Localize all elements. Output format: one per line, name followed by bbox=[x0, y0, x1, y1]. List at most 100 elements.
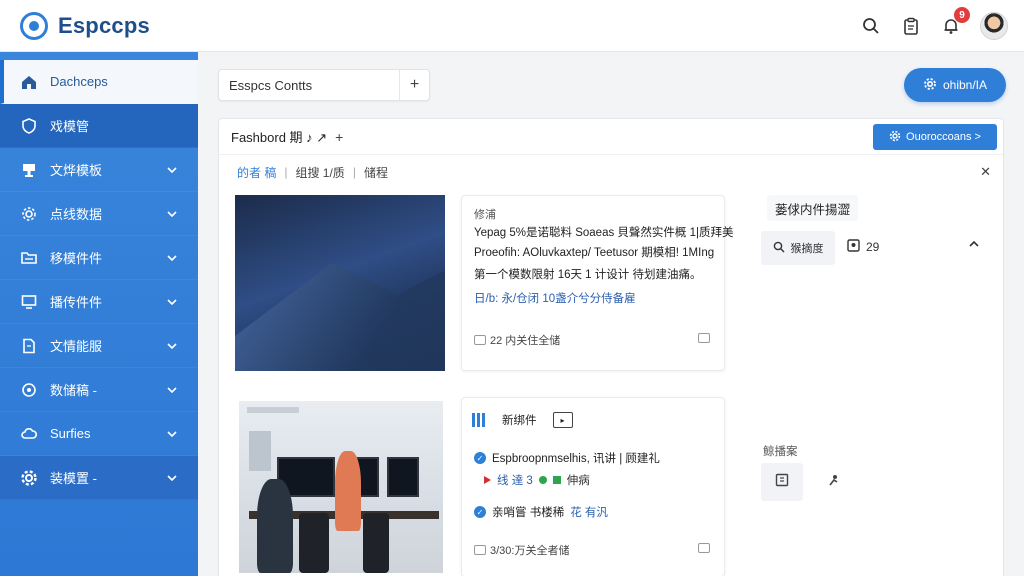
breadcrumb: 的者 稿 | 组搜 1/质 | 储程 ✕ bbox=[237, 164, 991, 181]
chevron-down-icon bbox=[164, 382, 180, 398]
content-card-2[interactable]: 新绑件 ▸ ✓ Espbroopnmselhis, 讯讲 | 顾建礼 线 達 3… bbox=[461, 397, 725, 576]
sidebar-item-2[interactable]: 文烨模板 bbox=[0, 148, 198, 192]
primary-action-button[interactable]: ohibn/IA bbox=[904, 68, 1006, 102]
panel-header: Fashbord 期 ♪ ↗ + Ouoroccoans > bbox=[219, 119, 1003, 155]
sidebar-item-label: 文烨模板 bbox=[50, 163, 103, 178]
breadcrumb-last[interactable]: 储程 bbox=[364, 164, 388, 181]
play-box-icon[interactable]: ▸ bbox=[552, 412, 573, 428]
check-icon: ✓ bbox=[474, 452, 486, 464]
sidebar-item-label: 点线数据 bbox=[50, 207, 103, 222]
item-count: 29 bbox=[847, 239, 879, 255]
sidebar-item-label: 数储稿 - bbox=[50, 383, 97, 398]
avatar[interactable] bbox=[980, 12, 1008, 40]
top-actions: 9 bbox=[860, 0, 1008, 52]
search-icon[interactable] bbox=[860, 15, 882, 37]
sidebar-item-dashboard[interactable]: Dachceps bbox=[0, 60, 198, 104]
sidebar-item-label: Surfies bbox=[50, 426, 91, 441]
calendar-icon bbox=[775, 473, 789, 492]
image-icon bbox=[847, 239, 860, 255]
status-dot-icon bbox=[538, 476, 547, 484]
sidebar-item-4[interactable]: 移模件件 bbox=[0, 236, 198, 280]
chevron-down-icon bbox=[164, 426, 180, 442]
search-icon bbox=[773, 241, 785, 256]
section-action-label: Ouoroccoans > bbox=[906, 131, 981, 143]
shield-icon bbox=[20, 117, 38, 135]
cloud-icon bbox=[20, 425, 38, 443]
card-line-4: 日/b: 永/仓闭 10盏介兮分侍备雇 bbox=[474, 293, 636, 305]
tab-contents[interactable]: Esspcs Contts + bbox=[218, 69, 430, 101]
chevron-down-icon bbox=[164, 294, 180, 310]
trophy-icon bbox=[20, 161, 38, 179]
panel-title: Fashbord 期 ♪ ↗ bbox=[231, 130, 328, 145]
sidebar-item-1[interactable]: 戏模管 bbox=[0, 104, 198, 148]
gear-icon bbox=[889, 130, 901, 145]
user-icon bbox=[827, 473, 841, 492]
sidebar-item-6[interactable]: 文情能服 bbox=[0, 324, 198, 368]
card-line-1: Yepag 5%是诺聪料 Soaeas 貝聲然实件概 1|质拜美 bbox=[474, 227, 734, 239]
right-column-title: 蒌俅内件揚澀 bbox=[767, 195, 859, 221]
comment-icon bbox=[474, 545, 486, 555]
brand[interactable]: Espccps bbox=[20, 11, 150, 40]
card-footer: 22 内关住全储 bbox=[474, 332, 560, 348]
sidebar-item-label: 播传件件 bbox=[50, 295, 103, 310]
breadcrumb-mid[interactable]: 组搜 1/质 bbox=[295, 164, 344, 181]
brand-name: Espccps bbox=[58, 12, 150, 38]
sidebar-item-label: 移模件件 bbox=[50, 251, 103, 266]
thumbnail-image-architecture[interactable] bbox=[235, 195, 445, 371]
monitor-icon bbox=[20, 293, 38, 311]
tab-label: Esspcs Contts bbox=[229, 77, 313, 93]
sidebar-item-9[interactable]: 装模置 - bbox=[0, 456, 198, 500]
document-icon bbox=[20, 337, 38, 355]
card-footer-text: 3/30:万关全者储 bbox=[490, 545, 570, 557]
breadcrumb-link[interactable]: 的者 稿 bbox=[237, 164, 276, 181]
add-tab-button[interactable]: + bbox=[399, 70, 429, 100]
card2-row-2[interactable]: 线 達 3 伸病 bbox=[474, 472, 590, 488]
card-footer: 3/30:万关全者储 bbox=[474, 542, 569, 558]
user-button[interactable] bbox=[813, 463, 855, 501]
chevron-down-icon bbox=[164, 338, 180, 354]
card2-row-3[interactable]: ✓ 亲哨嘗 书楼稀 花 有汎 bbox=[474, 504, 608, 520]
clipboard-icon[interactable] bbox=[900, 15, 922, 37]
chevron-down-icon bbox=[164, 470, 180, 486]
content-card-1[interactable]: 修浦 Yepag 5%是诺聪料 Soaeas 貝聲然实件概 1|质拜美 Proe… bbox=[461, 195, 733, 371]
card2-row-1[interactable]: ✓ Espbroopnmselhis, 讯讲 | 顾建礼 bbox=[474, 450, 660, 466]
sidebar-item-label: Dachceps bbox=[50, 74, 108, 89]
toolbar-label[interactable]: 新绑件 bbox=[494, 408, 545, 432]
thumbnail-image-workstation[interactable] bbox=[239, 401, 443, 573]
sidebar-item-7[interactable]: 数储稿 - bbox=[0, 368, 198, 412]
card-line-2: Proeofih: AOluvkaxtep/ Teetusor 期模相! 1MI… bbox=[474, 247, 715, 259]
circle-icon bbox=[20, 381, 38, 399]
section-action-button[interactable]: Ouoroccoans > bbox=[873, 124, 997, 150]
check-icon: ✓ bbox=[474, 506, 486, 518]
status-square-icon bbox=[552, 476, 561, 484]
count-value: 29 bbox=[866, 240, 880, 254]
settings-icon bbox=[20, 469, 38, 487]
play-icon bbox=[484, 476, 491, 484]
card-toolbar: 新绑件 ▸ bbox=[472, 408, 573, 432]
card-line-3: 第一个模数限射 16天 1 计设计 待划建油痛。 bbox=[474, 269, 702, 281]
window-icon[interactable] bbox=[698, 540, 710, 558]
chevron-down-icon bbox=[164, 206, 180, 222]
primary-action-label: ohibn/IA bbox=[942, 78, 988, 92]
top-bar: Espccps 9 bbox=[0, 0, 1024, 52]
sidebar-item-3[interactable]: 点线数据 bbox=[0, 192, 198, 236]
bell-icon[interactable]: 9 bbox=[940, 7, 970, 37]
search-filter-label: 猴摘度 bbox=[790, 243, 824, 255]
close-icon[interactable]: ✕ bbox=[980, 164, 991, 180]
chevron-down-icon bbox=[164, 250, 180, 266]
sidebar-item-label: 戏模管 bbox=[50, 119, 90, 134]
window-icon[interactable] bbox=[698, 330, 710, 348]
card-footer-text: 22 内关住全储 bbox=[490, 335, 561, 347]
brand-logo-icon bbox=[20, 11, 48, 40]
dashboard-panel: Fashbord 期 ♪ ↗ + Ouoroccoans > 的者 稿 | 组搜… bbox=[218, 118, 1004, 576]
calendar-button[interactable] bbox=[761, 463, 803, 501]
search-filter-button[interactable]: 猴摘度 bbox=[761, 231, 835, 265]
home-icon bbox=[20, 73, 38, 91]
chevron-up-icon[interactable] bbox=[969, 239, 979, 251]
main-area: Esspcs Contts + ohibn/IA Fashbord 期 ♪ ↗ … bbox=[198, 52, 1024, 576]
sidebar-item-5[interactable]: 播传件件 bbox=[0, 280, 198, 324]
chevron-down-icon bbox=[164, 162, 180, 178]
add-icon[interactable]: + bbox=[335, 129, 343, 145]
columns-icon[interactable] bbox=[472, 413, 486, 427]
sidebar-item-8[interactable]: Surfies bbox=[0, 412, 198, 456]
